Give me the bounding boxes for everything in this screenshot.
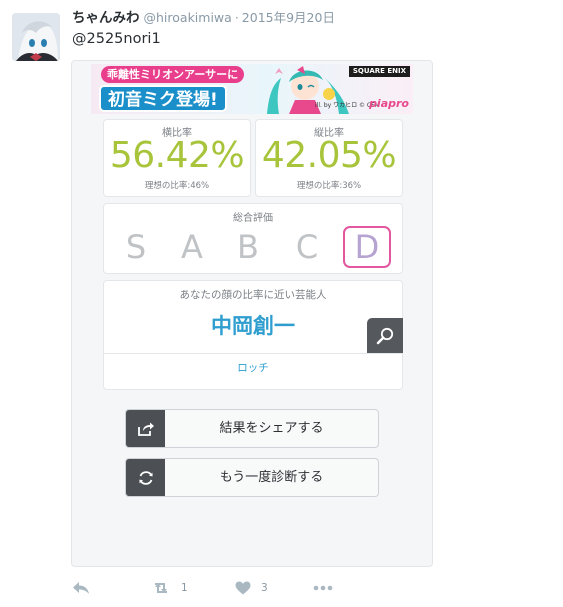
app-card: 乖離性ミリオンアーサーに 初音ミク登場! SQUARE ENIX ill. by…	[71, 60, 433, 567]
share-result-button[interactable]: 結果をシェアする	[125, 409, 379, 448]
refresh-icon	[138, 470, 153, 485]
horizontal-ideal-ratio: 理想の比率:46%	[144, 181, 210, 191]
ad-banner[interactable]: 乖離性ミリオンアーサーに 初音ミク登場! SQUARE ENIX ill. by…	[91, 64, 413, 114]
banner-logo: piapro	[369, 97, 409, 110]
search-button[interactable]	[367, 318, 403, 353]
display-name[interactable]: ちゃんみわ	[72, 10, 140, 26]
banner-main-text: 初音ミク登場!	[99, 85, 227, 112]
tweet-timestamp[interactable]: 2015年9月20日	[242, 10, 335, 25]
horizontal-ratio-value: 56.42%	[109, 135, 245, 176]
retweet-icon	[155, 583, 167, 593]
separator-dot: ·	[234, 10, 239, 25]
vertical-ratio-panel: 縦比率 42.05% 理想の比率:36%	[255, 119, 403, 197]
share-result-label: 結果をシェアする	[219, 421, 324, 436]
horizontal-ratio-panel: 横比率 56.42% 理想の比率:46%	[103, 119, 251, 197]
retweet-count: 1	[181, 582, 188, 594]
tweet-header: ちゃんみわ @hiroakimiwa · 2015年9月20日	[72, 9, 335, 27]
more-options-button[interactable]	[313, 578, 333, 598]
tweet-text[interactable]: @2525nori1	[72, 29, 161, 49]
like-button[interactable]: 3	[235, 578, 268, 598]
celebrity-name: 中岡創一	[211, 314, 295, 338]
grade-s: S	[125, 228, 147, 266]
more-icon	[313, 585, 333, 591]
celebrity-title: あなたの顔の比率に近い芸能人	[179, 289, 327, 301]
grade-a: A	[181, 228, 203, 266]
user-handle[interactable]: @hiroakimiwa	[144, 10, 232, 25]
heart-icon	[235, 581, 251, 595]
share-icon-box	[126, 410, 165, 447]
search-icon	[376, 327, 394, 344]
reply-button[interactable]	[72, 578, 90, 598]
grade-b: B	[237, 228, 259, 266]
retry-diagnosis-label: もう一度診断する	[219, 470, 324, 485]
reply-icon	[73, 582, 89, 594]
overall-grade-title: 総合評価	[233, 213, 273, 224]
grade-c: C	[295, 228, 319, 266]
celebrity-divider	[104, 353, 402, 354]
banner-top-text: 乖離性ミリオンアーサーに	[101, 66, 245, 83]
retry-icon-box	[126, 459, 165, 496]
grade-d-selected: D	[343, 226, 391, 268]
like-count: 3	[261, 582, 268, 594]
celebrity-group: ロッチ	[237, 362, 269, 374]
avatar-image	[12, 13, 60, 61]
vertical-ideal-ratio: 理想の比率:36%	[296, 181, 362, 191]
celebrity-panel: あなたの顔の比率に近い芸能人 中岡創一 ロッチ	[103, 280, 403, 390]
vertical-ratio-value: 42.05%	[261, 135, 397, 176]
tweet: ちゃんみわ @hiroakimiwa · 2015年9月20日 @2525nori1 …	[0, 0, 563, 607]
user-avatar[interactable]	[12, 13, 60, 61]
retry-diagnosis-button[interactable]: もう一度診断する	[125, 458, 379, 497]
banner-brand: SQUARE ENIX	[348, 66, 410, 77]
share-icon	[137, 422, 154, 436]
overall-grade-panel: 総合評価 S A B C D	[103, 203, 403, 274]
retweet-button[interactable]: 1	[151, 578, 188, 598]
